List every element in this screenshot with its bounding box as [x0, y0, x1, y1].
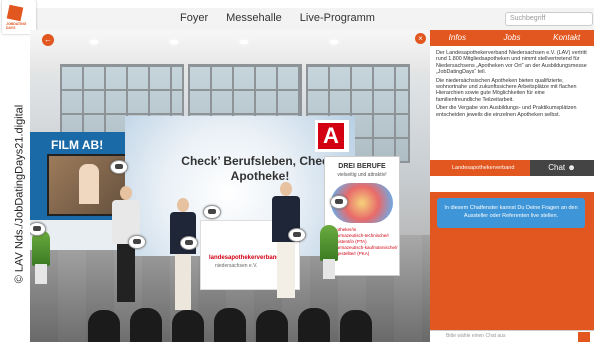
info-text: Der Landesapothekerverband Niedersachsen… — [430, 46, 594, 160]
berufe-title: DREI BERUFE — [338, 163, 386, 170]
search-input[interactable]: Suchbegriff — [505, 12, 593, 26]
counter-label: landesapothekerverband — [209, 255, 281, 261]
copyright-notice: © LAV Nds./JobDatingDays21.digital — [13, 102, 26, 286]
audience-silhouette — [340, 310, 372, 342]
info-paragraph: Über die Vergabe von Ausbildungs- und Pr… — [436, 105, 577, 118]
audience-silhouette — [130, 308, 162, 342]
booth-slogan: Check’ Berufsleben, Check’ Apotheke! — [181, 154, 339, 183]
berufe-item: Pharmazeutisch-technische/r Assistent/in… — [331, 233, 390, 244]
virtual-booth-scene: ← × FILM AB! Check’ Berufsleben, Check’ … — [30, 30, 430, 342]
nav-foyer[interactable]: Foyer — [180, 12, 208, 24]
tab-infos[interactable]: Infos — [430, 30, 485, 46]
chat-tab-label: Chat — [548, 163, 566, 172]
nav-messehalle[interactable]: Messehalle — [226, 12, 282, 24]
exhibitor-panel: Infos Jobs Kontakt Der Landesapothekerve… — [430, 30, 594, 342]
chat-input[interactable]: Bitte wähle einen Chat aus — [446, 333, 505, 339]
panel-tabs: Infos Jobs Kontakt — [430, 30, 594, 46]
close-icon[interactable]: × — [415, 33, 426, 44]
berufe-item: Pharmazeutisch-kaufmännische/r Angestell… — [331, 245, 398, 256]
video-hotspot-icon[interactable] — [110, 160, 128, 174]
top-bar: Foyer Messehalle Live-Programm Suchbegri… — [30, 8, 594, 31]
send-icon[interactable] — [578, 332, 590, 342]
video-hotspot-icon[interactable] — [330, 195, 348, 209]
back-arrow-icon[interactable]: ← — [42, 34, 54, 46]
users-icon: ☻ — [567, 163, 576, 172]
video-hotspot-icon[interactable] — [128, 235, 146, 249]
audience-silhouette — [88, 310, 120, 342]
video-hotspot-icon[interactable] — [203, 205, 221, 219]
nav-live-programm[interactable]: Live-Programm — [300, 12, 375, 24]
info-paragraph: Die niedersächsischen Apotheken bieten q… — [436, 77, 577, 103]
info-paragraph: Der Landesapothekerverband Niedersachsen… — [436, 50, 587, 76]
app-window: Foyer Messehalle Live-Programm Suchbegri… — [0, 0, 594, 342]
tab-jobs[interactable]: Jobs — [484, 30, 540, 46]
berufe-list: Apotheker/in Pharmazeutisch-technische/r… — [331, 227, 399, 257]
audience-silhouette — [214, 308, 246, 342]
tab-exhibitor-chat[interactable]: Landesapothekerverband — [430, 160, 530, 176]
app-logo[interactable]: JOBDATING DAYS — [2, 0, 36, 34]
audience-silhouette — [298, 308, 330, 342]
counter-sublabel: niedersachsen e.V. — [215, 263, 258, 269]
tab-kontakt[interactable]: Kontakt — [539, 30, 594, 46]
main-nav: Foyer Messehalle Live-Programm — [180, 12, 375, 24]
video-hotspot-icon[interactable] — [180, 236, 198, 250]
apotheke-logo: A — [315, 120, 349, 152]
logo-text: JOBDATING DAYS — [6, 22, 27, 30]
chat-body: In diesem Chatfenster kannst Du Deine Fr… — [430, 192, 594, 330]
tab-chat[interactable]: Chat ☻ — [530, 160, 594, 176]
film-title: FILM AB! — [51, 138, 104, 152]
chat-tabs: Landesapothekerverband Chat ☻ — [430, 160, 594, 176]
chat-input-row: Bitte wähle einen Chat aus — [430, 330, 594, 342]
berufe-subtitle: vielseitig und attraktiv! — [337, 172, 387, 178]
audience-silhouette — [172, 310, 204, 342]
video-hotspot-icon[interactable] — [288, 228, 306, 242]
audience-silhouette — [256, 310, 288, 342]
chat-message: In diesem Chatfenster kannst Du Deine Fr… — [437, 198, 585, 228]
plant-decoration — [320, 225, 338, 261]
